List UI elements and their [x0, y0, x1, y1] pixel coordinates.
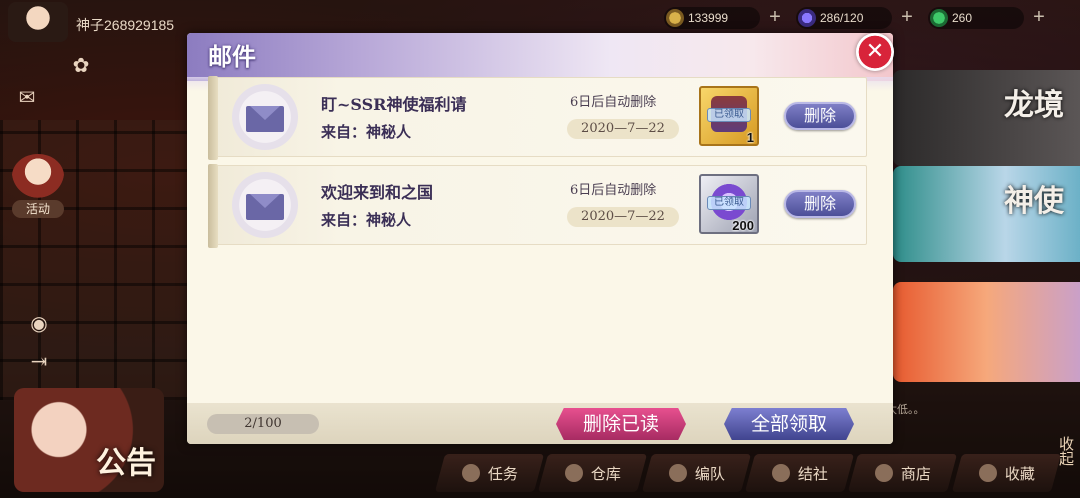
scroll-spine — [208, 164, 218, 248]
mail-title: 欢迎来到和之国 — [321, 183, 434, 202]
reward-quantity: 1 — [746, 130, 754, 145]
nav-warehouse[interactable]: 仓库 — [538, 454, 648, 492]
activity-portrait — [12, 154, 64, 198]
mail-panel-header: 邮件 — [187, 33, 893, 91]
notice-button[interactable]: 公告 — [14, 388, 164, 492]
delete-read-button[interactable]: 删除已读 — [556, 408, 686, 440]
nav-label: 编队 — [694, 464, 725, 483]
banner-title: 神使 — [1004, 184, 1064, 219]
exit-icon[interactable]: ⇥ — [22, 344, 56, 378]
mail-date: 2020—7—22 — [567, 207, 679, 227]
mail-expire-note: 6日后自动删除 — [570, 95, 657, 110]
guild-icon — [771, 464, 790, 482]
reward-quantity: 200 — [732, 218, 754, 233]
nav-collection[interactable]: 收藏 — [951, 454, 1062, 492]
gem-value: 260 — [952, 11, 973, 25]
nav-label: 仓库 — [590, 464, 621, 483]
warehouse-icon — [564, 464, 583, 482]
mail-date: 2020—7—22 — [567, 119, 679, 139]
coin-icon — [666, 9, 684, 27]
eye-icon[interactable]: ◉ — [22, 306, 56, 340]
notice-label: 公告 — [96, 446, 156, 481]
collection-icon — [978, 464, 997, 482]
clover-menu-icon[interactable]: ✿ — [64, 48, 98, 82]
mail-count: 2/100 — [207, 414, 319, 434]
coin-value: 133999 — [688, 11, 729, 25]
activity-button[interactable]: 活动 — [12, 154, 68, 218]
banner-shenshi[interactable]: 神使 — [893, 166, 1080, 262]
mail-title: 盯~SSR神使福利请 — [321, 95, 467, 114]
nav-shop[interactable]: 商店 — [848, 454, 958, 492]
mail-list: 盯~SSR神使福利请 来自：神秘人 6日后自动删除 2020—7—22 已领取 … — [208, 76, 869, 253]
gem-counter: 260 + — [928, 7, 1045, 29]
scroll-spine — [208, 76, 218, 160]
nav-guild[interactable]: 结社 — [744, 454, 855, 492]
claimed-stamp: 已领取 — [707, 108, 751, 122]
close-icon: ✕ — [865, 39, 885, 64]
player-avatar[interactable] — [8, 2, 68, 42]
claimed-stamp: 已领取 — [707, 196, 751, 210]
add-coin-button[interactable]: + — [764, 7, 786, 29]
gem-icon — [930, 9, 948, 27]
delete-mail-button[interactable]: 删除 — [784, 190, 856, 218]
nav-label: 收藏 — [1004, 464, 1035, 483]
nav-label: 结社 — [797, 464, 828, 483]
claim-all-button[interactable]: 全部领取 — [724, 408, 854, 440]
envelope-icon — [246, 194, 284, 220]
envelope-badge — [232, 172, 298, 238]
tasks-icon — [461, 464, 480, 482]
banner-title: 龙境 — [1004, 88, 1064, 123]
mail-panel-title: 邮件 — [208, 42, 256, 71]
mail-sender: 来自：神秘人 — [321, 211, 412, 229]
close-panel-button[interactable]: ✕ — [856, 33, 894, 71]
envelope-icon — [246, 106, 284, 132]
banner-event[interactable] — [893, 282, 1080, 382]
mail-item[interactable]: 欢迎来到和之国 来自：神秘人 6日后自动删除 2020—7—22 已领取 200… — [208, 164, 867, 248]
reward-item-chest[interactable]: 已领取 1 — [699, 86, 759, 146]
mail-item[interactable]: 盯~SSR神使福利请 来自：神秘人 6日后自动删除 2020—7—22 已领取 … — [208, 76, 867, 160]
mail-panel: 邮件 盯~SSR神使福利请 来自：神秘人 6日后自动删除 2020—7—22 已… — [187, 33, 893, 444]
envelope-badge — [232, 84, 298, 150]
stamina-value: 286/120 — [820, 11, 864, 25]
stamina-counter: 286/120 + — [796, 7, 913, 29]
formation-icon — [668, 464, 687, 482]
nav-formation[interactable]: 编队 — [641, 454, 752, 492]
delete-mail-button[interactable]: 删除 — [784, 102, 856, 130]
shop-icon — [874, 464, 893, 482]
stamina-icon — [798, 9, 816, 27]
add-gem-button[interactable]: + — [1028, 7, 1050, 29]
add-stamina-button[interactable]: + — [896, 7, 918, 29]
nav-tasks[interactable]: 任务 — [434, 454, 545, 492]
mail-expire-note: 6日后自动删除 — [570, 183, 657, 198]
nav-label: 商店 — [900, 464, 931, 483]
reward-item-crystal[interactable]: 已领取 200 — [699, 174, 759, 234]
mail-sender: 来自：神秘人 — [321, 123, 412, 141]
coin-counter: 133999 + — [664, 7, 781, 29]
mail-panel-footer: 2/100 删除已读 全部领取 — [187, 403, 893, 444]
banner-dragon-realm[interactable]: 龙境 — [893, 70, 1080, 166]
player-name: 神子268929185 — [76, 17, 175, 33]
bottom-nav: 任务 仓库 编队 结社 商店 收藏 — [434, 454, 1062, 494]
mail-icon[interactable]: ✉ — [10, 80, 44, 114]
activity-label: 活动 — [12, 200, 64, 218]
nav-label: 任务 — [487, 464, 518, 483]
